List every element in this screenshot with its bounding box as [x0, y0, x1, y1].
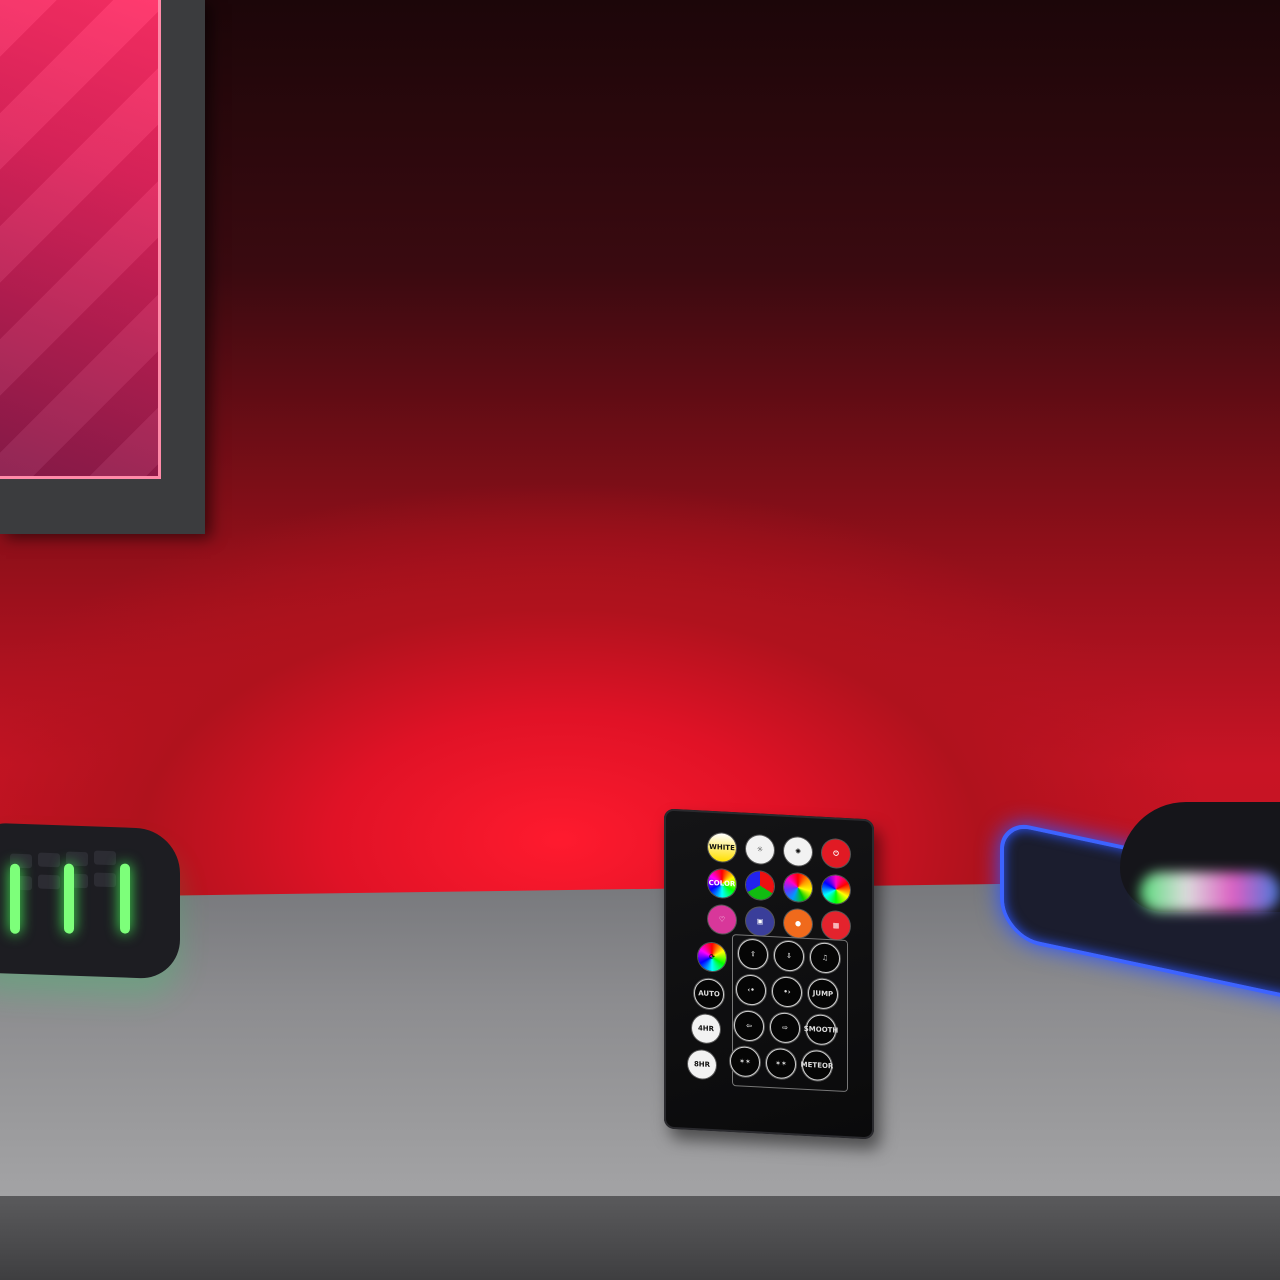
monitor-screen — [0, 0, 161, 479]
arrow-up-icon: ⇧ — [750, 950, 756, 959]
sparkle-left-button[interactable]: ✶✶ — [730, 1045, 760, 1078]
power-icon: ⏻ — [833, 848, 839, 858]
color-button-label: COLOR — [708, 878, 736, 889]
gaming-keyboard — [0, 822, 180, 980]
smooth-button-label: SMOOTH — [803, 1024, 839, 1035]
collapse-left-button[interactable]: ‹• — [736, 974, 766, 1006]
sparkle-right-icon: ✶✶ — [775, 1059, 787, 1068]
led-remote-control: WHITE ☼ ✺ ⏻ COLOR ♡ ▣ ● ▦ ⟳ AUTO 4HR 8HR… — [664, 808, 874, 1140]
color-button[interactable]: COLOR — [708, 868, 736, 899]
cube-icon: ▣ — [756, 917, 764, 926]
brightness-down-button[interactable]: ☼ — [746, 834, 774, 865]
gift-button[interactable]: ▦ — [822, 910, 850, 941]
color-wheel-button-1[interactable] — [746, 870, 774, 901]
color-wheel-button-2[interactable] — [784, 872, 812, 903]
sparkle-left-icon: ✶✶ — [739, 1057, 751, 1067]
meteor-button-label: METEOR — [800, 1060, 834, 1071]
keyboard-led-strip — [10, 863, 20, 934]
gift-icon: ▦ — [832, 921, 840, 930]
collapse-right-button[interactable]: •› — [772, 976, 802, 1008]
music-note-icon: ♫ — [821, 953, 829, 963]
flow-right-button[interactable]: ⇨ — [770, 1012, 800, 1044]
collapse-left-icon: ‹• — [747, 985, 755, 995]
color-cycle-button[interactable]: ⟳ — [698, 942, 726, 972]
heart-icon: ♡ — [718, 915, 726, 924]
brightness-up-button[interactable]: ✺ — [784, 836, 812, 867]
arrow-right-icon: ⇨ — [782, 1023, 788, 1032]
meteor-button[interactable]: METEOR — [800, 1049, 834, 1082]
white-button[interactable]: WHITE — [708, 832, 736, 863]
pumpkin-button[interactable]: ● — [784, 908, 812, 939]
auto-button[interactable]: AUTO — [694, 978, 724, 1010]
heart-button[interactable]: ♡ — [708, 904, 736, 935]
cube-button[interactable]: ▣ — [746, 906, 774, 937]
collapse-right-icon: •› — [783, 987, 791, 997]
speed-down-button[interactable]: ⇩ — [774, 940, 804, 972]
timer-4hr-label: 4HR — [697, 1024, 715, 1034]
white-button-label: WHITE — [709, 842, 735, 853]
arrow-down-icon: ⇩ — [786, 951, 792, 961]
flow-left-button[interactable]: ⇦ — [734, 1010, 764, 1042]
timer-4hr-button[interactable]: 4HR — [692, 1013, 720, 1044]
sun-down-icon: ☼ — [756, 845, 764, 854]
timer-8hr-label: 8HR — [693, 1060, 711, 1069]
jump-button[interactable]: JUMP — [808, 978, 838, 1010]
pumpkin-icon: ● — [794, 919, 802, 928]
jump-button-label: JUMP — [812, 989, 834, 999]
timer-8hr-button[interactable]: 8HR — [688, 1049, 716, 1080]
mouse-rgb-glow — [1140, 872, 1280, 912]
music-button[interactable]: ♫ — [810, 942, 840, 974]
power-button[interactable]: ⏻ — [822, 838, 850, 869]
monitor — [0, 0, 205, 534]
arrow-left-icon: ⇦ — [746, 1021, 752, 1031]
keyboard-led-strip — [120, 863, 130, 934]
keyboard-led-strip — [64, 863, 74, 934]
desk-edge — [0, 1196, 1280, 1280]
smooth-button[interactable]: SMOOTH — [803, 1013, 839, 1046]
sparkle-right-button[interactable]: ✶✶ — [766, 1047, 796, 1080]
sun-up-icon: ✺ — [795, 847, 801, 856]
color-cycle-icon: ⟳ — [709, 952, 715, 962]
color-wheel-button-3[interactable] — [822, 874, 850, 905]
auto-button-label: AUTO — [698, 989, 720, 999]
speed-up-button[interactable]: ⇧ — [738, 938, 768, 970]
